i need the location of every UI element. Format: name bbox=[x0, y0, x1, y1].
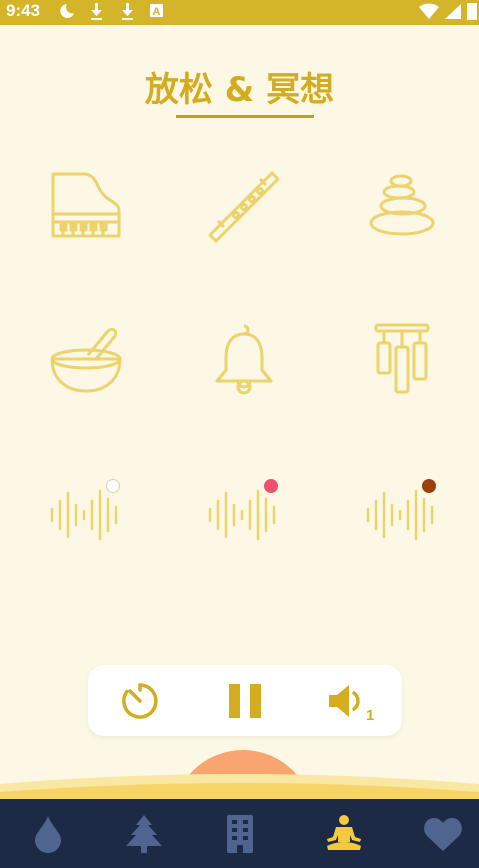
tree-icon bbox=[126, 814, 162, 853]
nav-forest[interactable] bbox=[96, 799, 192, 868]
pause-button[interactable] bbox=[213, 665, 277, 736]
pause-icon bbox=[229, 683, 261, 718]
pink-noise-dot bbox=[264, 479, 278, 493]
a-badge-icon: A bbox=[150, 4, 163, 18]
noise-brown[interactable] bbox=[347, 465, 457, 565]
status-bar: 9:43 A bbox=[0, 0, 479, 25]
sound-flute[interactable] bbox=[189, 155, 299, 255]
bottom-nav bbox=[0, 799, 479, 868]
nav-water[interactable] bbox=[0, 799, 96, 868]
moon-icon bbox=[60, 4, 74, 18]
water-drop-icon bbox=[35, 815, 61, 853]
signal-icon bbox=[445, 4, 461, 19]
status-icons-left: A bbox=[58, 2, 168, 26]
sound-mortar-bowl[interactable] bbox=[31, 310, 141, 410]
svg-text:A: A bbox=[153, 6, 161, 18]
sound-bell[interactable] bbox=[189, 310, 299, 410]
noise-pink[interactable] bbox=[189, 465, 299, 565]
nav-meditation[interactable] bbox=[296, 799, 392, 868]
page-title: 放松 & 冥想 bbox=[144, 70, 335, 110]
sound-wave-icon bbox=[208, 489, 276, 541]
volume-button[interactable] bbox=[316, 665, 380, 736]
noise-white[interactable] bbox=[31, 465, 141, 565]
brown-noise-dot bbox=[422, 479, 436, 493]
bell-icon bbox=[215, 324, 273, 395]
title-underline bbox=[176, 115, 314, 118]
playback-controls bbox=[88, 665, 402, 736]
volume-icon bbox=[329, 684, 360, 717]
nav-city[interactable] bbox=[192, 799, 288, 868]
download-icon bbox=[91, 3, 102, 20]
sound-wave-icon bbox=[366, 489, 434, 541]
flute-icon bbox=[208, 171, 280, 243]
sound-wind-chimes[interactable] bbox=[347, 310, 457, 410]
download-icon bbox=[122, 3, 133, 20]
wind-chimes-icon bbox=[374, 323, 430, 394]
mortar-bowl-icon bbox=[50, 327, 122, 393]
timer-button[interactable] bbox=[108, 665, 172, 736]
timer-icon bbox=[122, 682, 158, 719]
battery-icon bbox=[467, 3, 477, 20]
zen-stones-icon bbox=[369, 174, 435, 236]
volume-count-badge: 1 bbox=[366, 707, 375, 724]
wifi-icon bbox=[419, 3, 439, 20]
sound-zen-stones[interactable] bbox=[347, 155, 457, 255]
nav-favorites[interactable] bbox=[395, 799, 479, 868]
status-icons-right bbox=[417, 2, 479, 26]
meditation-icon bbox=[327, 814, 361, 850]
status-time: 9:43 bbox=[6, 1, 41, 20]
sound-piano[interactable] bbox=[31, 155, 141, 255]
building-icon bbox=[227, 814, 253, 853]
white-noise-dot bbox=[106, 479, 120, 493]
piano-icon bbox=[51, 172, 121, 238]
heart-icon bbox=[424, 817, 462, 851]
sound-wave-icon bbox=[50, 489, 118, 541]
